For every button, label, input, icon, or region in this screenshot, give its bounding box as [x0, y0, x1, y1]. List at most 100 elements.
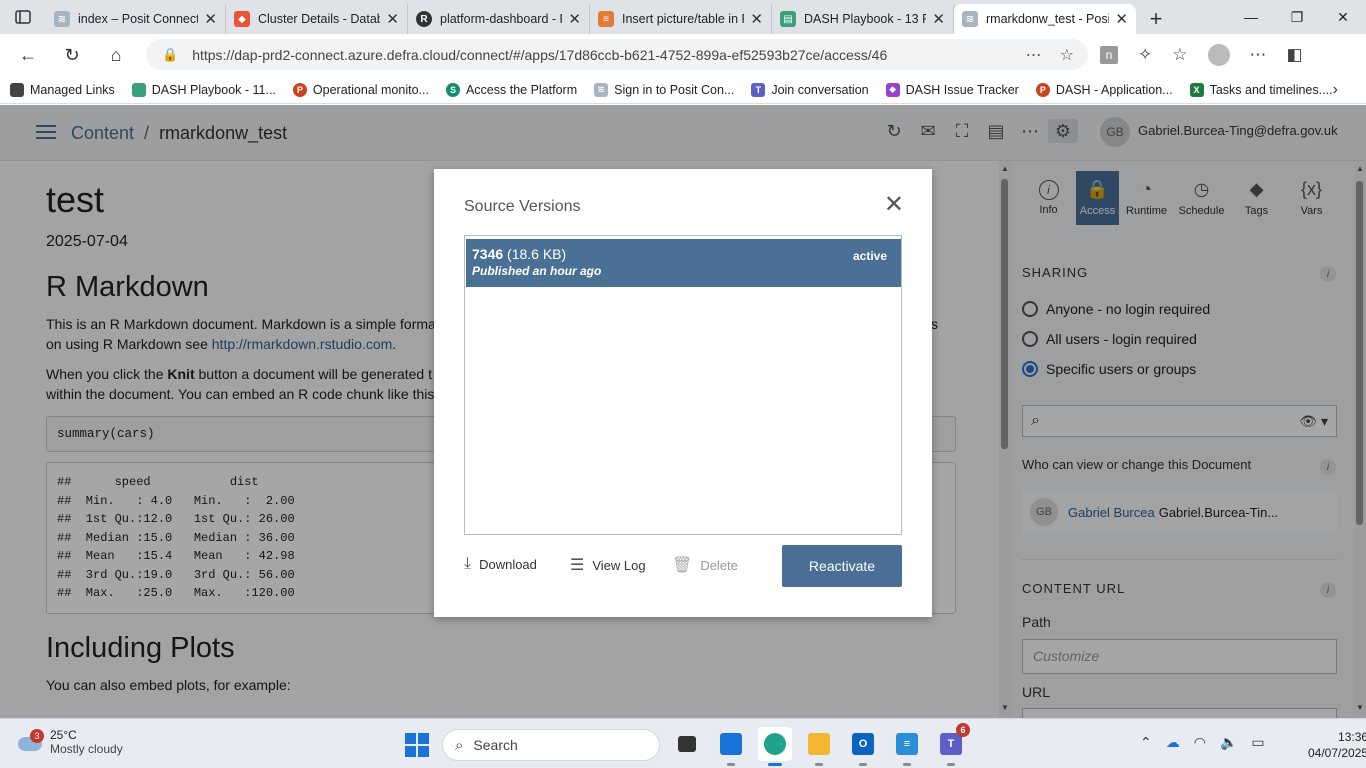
version-list: 7346 (18.6 KB) Published an hour ago act…	[464, 235, 902, 535]
settings-menu-icon[interactable]: ⋯	[1250, 45, 1267, 65]
bookmark-managed-links[interactable]: Managed Links	[10, 82, 115, 97]
version-size: (18.6 KB)	[507, 246, 567, 262]
browser-tab[interactable]: ≡ Insert picture/table in R ✕	[590, 4, 772, 34]
posit-favicon-icon: ≋	[962, 11, 978, 27]
tab-actions-menu-icon[interactable]	[0, 0, 46, 34]
taskbar-search[interactable]: ⌕ Search	[442, 729, 660, 761]
databricks-favicon-icon: ◆	[234, 11, 250, 27]
clock[interactable]: 13:36 04/07/2025	[1308, 729, 1366, 761]
site-info-icon[interactable]: 🔒	[162, 47, 178, 63]
close-tab-icon[interactable]: ✕	[386, 10, 399, 28]
new-tab-icon[interactable]: +	[1136, 4, 1176, 34]
date: 04/07/2025	[1308, 746, 1366, 760]
delete-button[interactable]: 🗑 Delete	[672, 555, 738, 575]
bookmark-item[interactable]: P Operational monito...	[292, 82, 429, 97]
url-text: https://dap-prd2-connect.azure.defra.clo…	[192, 46, 888, 63]
version-published: Published an hour ago	[472, 264, 602, 278]
bookmark-item[interactable]: T Join conversation	[751, 82, 869, 97]
sidebar-icon[interactable]: ◧	[1287, 45, 1303, 65]
issue-tracker-icon: ◆	[885, 82, 900, 97]
bookmark-item[interactable]: P DASH - Application...	[1035, 82, 1173, 97]
windows-start-icon[interactable]	[405, 733, 429, 757]
taskbar-apps: O ≡ T6	[670, 723, 970, 766]
conditions: Mostly cloudy	[50, 742, 123, 756]
favorite-star-icon[interactable]: ☆	[1060, 45, 1074, 65]
browser-tab[interactable]: ▤ DASH Playbook - 13 P ✕	[772, 4, 954, 34]
favorites-icon[interactable]: ☆	[1172, 45, 1187, 65]
more-options-icon[interactable]: ⋯	[1026, 45, 1042, 65]
download-icon: ⤓	[464, 555, 472, 572]
bookmark-item[interactable]: ◆ DASH Issue Tracker	[885, 82, 1019, 97]
reactivate-button[interactable]: Reactivate	[782, 545, 902, 587]
extensions-icon[interactable]: ✧	[1138, 45, 1152, 65]
powerpoint-icon: P	[292, 82, 307, 97]
bookmark-item[interactable]: S Access the Platform	[445, 82, 577, 97]
version-list-item[interactable]: 7346 (18.6 KB) Published an hour ago act…	[466, 239, 901, 287]
browser-tab-active[interactable]: ≋ rmarkdonw_test - Posit ✕	[954, 4, 1136, 34]
dialog-title: Source Versions	[464, 198, 581, 215]
notepad-icon[interactable]: ≡	[890, 727, 924, 766]
reload-icon[interactable]: ↻	[50, 34, 94, 76]
volume-icon[interactable]: 🔈	[1220, 734, 1237, 751]
taskbar: 3 25°C Mostly cloudy ⌕ Search O ≡ T6 ⌃ ☁ ◠…	[0, 718, 1366, 768]
back-icon[interactable]: ←	[6, 34, 50, 76]
address-bar-row: ← ↻ ⌂ 🔒 https://dap-prd2-connect.azure.d…	[0, 34, 1366, 76]
time: 13:36	[1338, 730, 1366, 744]
version-id: 7346	[472, 246, 504, 262]
file-explorer-icon[interactable]	[802, 727, 836, 766]
browser-tab[interactable]: Rplatform-dashboard - R ✕	[408, 4, 590, 34]
close-tab-icon[interactable]: ✕	[204, 10, 217, 28]
status-badge: active	[852, 249, 887, 263]
download-button[interactable]: ⤓ Download	[464, 555, 537, 573]
sharepoint-icon: S	[445, 82, 460, 97]
powerpoint-icon: P	[1035, 82, 1050, 97]
posit-icon: ≋	[594, 82, 609, 97]
playbook-icon	[131, 82, 146, 97]
temperature: 25°C	[50, 728, 77, 742]
cloud-icon: 3	[16, 729, 44, 753]
close-tab-icon[interactable]: ✕	[750, 10, 763, 28]
close-window-icon[interactable]: ✕	[1320, 0, 1366, 34]
browser-toolbar: n ✧ ☆ ⋯ ◧	[1100, 34, 1303, 76]
teams-icon[interactable]: T6	[934, 723, 970, 766]
weather-badge: 3	[30, 729, 44, 743]
stackoverflow-favicon-icon: ≡	[598, 11, 614, 27]
browser-tab[interactable]: ≋index – Posit Connect D✕	[46, 4, 226, 34]
excel-icon: X	[1189, 82, 1204, 97]
browser-tab[interactable]: ◆ Cluster Details - Datab ✕	[226, 4, 408, 34]
teams-icon: T	[751, 82, 766, 97]
store-icon[interactable]	[714, 727, 748, 766]
task-view-icon[interactable]	[670, 727, 704, 761]
outlook-icon[interactable]: O	[846, 727, 880, 766]
weather-widget[interactable]: 3 25°C Mostly cloudy	[16, 728, 123, 756]
playbook-favicon-icon: ▤	[780, 11, 796, 27]
trash-icon: 🗑	[672, 557, 693, 574]
view-log-button[interactable]: ☰ View Log	[570, 555, 646, 575]
bookmark-item[interactable]: DASH Playbook - 11...	[131, 82, 276, 97]
posit-favicon-icon: ≋	[54, 11, 70, 27]
chevron-up-icon[interactable]: ⌃	[1140, 734, 1152, 751]
folder-icon	[10, 82, 24, 97]
extension-n-icon[interactable]: n	[1100, 46, 1118, 64]
minimize-icon[interactable]: —	[1228, 0, 1274, 34]
edge-icon[interactable]	[758, 727, 792, 766]
source-versions-dialog: Source Versions ✕ 7346 (18.6 KB) Publish…	[434, 169, 932, 617]
restore-icon[interactable]: ❐	[1274, 0, 1320, 34]
home-icon[interactable]: ⌂	[94, 34, 138, 76]
chevron-right-icon[interactable]: ›	[1333, 81, 1338, 99]
battery-icon[interactable]: ▭	[1251, 734, 1264, 751]
bookmark-item[interactable]: ≋ Sign in to Posit Con...	[594, 82, 734, 97]
onedrive-icon[interactable]: ☁	[1166, 734, 1180, 751]
url-field[interactable]: 🔒 https://dap-prd2-connect.azure.defra.c…	[146, 39, 1088, 70]
wifi-icon[interactable]: ◠	[1194, 734, 1206, 751]
close-icon[interactable]: ✕	[884, 193, 904, 217]
log-icon: ☰	[570, 557, 585, 574]
close-tab-icon[interactable]: ✕	[1115, 10, 1128, 28]
close-tab-icon[interactable]: ✕	[932, 10, 945, 28]
r-favicon-icon: R	[416, 11, 432, 27]
bookmark-item[interactable]: X Tasks and timelines....	[1189, 82, 1333, 97]
close-tab-icon[interactable]: ✕	[568, 10, 581, 28]
browser-tab-bar: ≋index – Posit Connect D✕ ◆Cluster Detai…	[0, 0, 1366, 34]
system-tray: ⌃ ☁ ◠ 🔈 ▭	[1140, 734, 1265, 751]
profile-icon[interactable]	[1207, 44, 1230, 66]
